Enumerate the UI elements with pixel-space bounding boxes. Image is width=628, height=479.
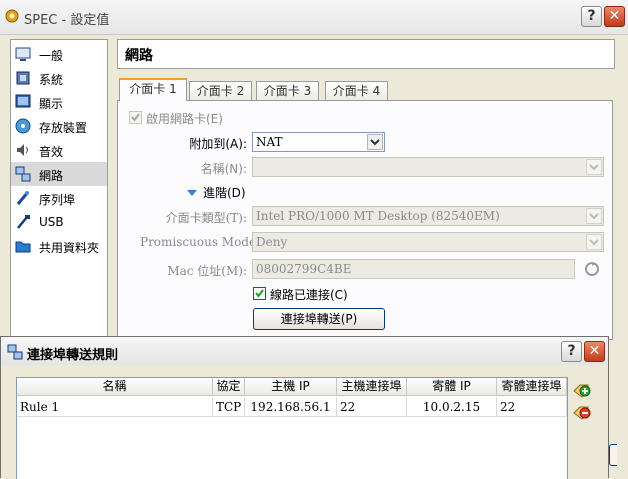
mac-address-field[interactable]: 08002799C4BE [252, 259, 575, 279]
chevron-down-icon [586, 234, 602, 250]
adapter-type-label: 介面卡類型(T): [165, 211, 247, 225]
network-icon [15, 166, 31, 182]
port-forwarding-button[interactable]: 連接埠轉送(P) [253, 308, 385, 330]
sidebar-item-usb[interactable]: USB [11, 210, 107, 234]
refresh-icon[interactable] [584, 261, 600, 277]
adapter-type-select[interactable]: Intel PRO/1000 MT Desktop (82540EM) [252, 206, 604, 226]
sidebar-item-system[interactable]: 系統 [11, 66, 107, 90]
settings-sidebar: 一般 系統 顯示 存放裝置 音效 網路 序列埠 USB 共用資料夾 [10, 39, 108, 341]
table-cell-guest-ip[interactable]: 10.0.2.15 [407, 397, 497, 417]
advanced-toggle[interactable]: 進階(D) [203, 184, 246, 201]
sidebar-item-network[interactable]: 網路 [11, 162, 107, 186]
sidebar-item-label: 顯示 [39, 97, 64, 111]
column-header-host-ip[interactable]: 主機 IP [245, 378, 337, 396]
dialog-close-button[interactable]: ✕ [584, 341, 605, 362]
sidebar-item-label: 音效 [39, 145, 64, 159]
window-title: SPEC - 設定值 [24, 13, 110, 28]
network-icon [7, 344, 23, 363]
adapter-type-value: Intel PRO/1000 MT Desktop (82540EM) [256, 209, 500, 223]
name-label: 名稱(N): [200, 162, 247, 176]
title-bar: SPEC - 設定值 ? ✕ [0, 0, 628, 35]
name-select[interactable] [252, 157, 604, 177]
sidebar-item-label: 序列埠 [39, 193, 76, 207]
help-button[interactable]: ? [581, 6, 602, 27]
chevron-down-icon [367, 134, 383, 150]
mac-address-value: 08002799C4BE [256, 262, 352, 276]
chevron-down-icon [586, 208, 602, 224]
enable-adapter-label: 啟用網路卡(E) [146, 112, 223, 126]
close-button[interactable]: ✕ [604, 6, 625, 27]
page-title: 網路 [125, 48, 153, 64]
monitor-icon [15, 46, 31, 62]
promiscuous-mode-value: Deny [256, 235, 288, 249]
chevron-down-icon [586, 159, 602, 175]
usb-icon [15, 214, 31, 230]
sidebar-item-display[interactable]: 顯示 [11, 90, 107, 114]
serial-port-icon [15, 190, 31, 206]
port-forwarding-dialog: 連接埠轉送規則 ? ✕ 名稱 協定 主機 IP 主機連接埠 寄體 IP 寄體連接… [0, 336, 609, 479]
sidebar-item-shared-folders[interactable]: 共用資料夾 [11, 234, 107, 258]
promiscuous-mode-label: Promiscuous Mode: [140, 235, 261, 249]
tab-adapter-1[interactable]: 介面卡 1 [119, 78, 187, 101]
disk-icon [15, 118, 31, 134]
page-header: 網路 [117, 39, 615, 69]
tab-adapter-2[interactable]: 介面卡 2 [189, 81, 252, 100]
expand-triangle-icon[interactable] [186, 187, 198, 201]
sidebar-item-storage[interactable]: 存放裝置 [11, 114, 107, 138]
sidebar-item-label: 共用資料夾 [39, 241, 100, 255]
attached-to-select[interactable]: NAT [252, 132, 385, 152]
sidebar-item-audio[interactable]: 音效 [11, 138, 107, 162]
sidebar-item-label: 存放裝置 [39, 121, 88, 135]
promiscuous-mode-select[interactable]: Deny [252, 232, 604, 252]
sidebar-item-general[interactable]: 一般 [11, 42, 107, 66]
dialog-title-bar: 連接埠轉送規則 ? ✕ [1, 337, 608, 365]
column-header-guest-port[interactable]: 寄體連接埠 [497, 378, 567, 396]
table-cell-host-ip[interactable]: 192.168.56.1 [245, 397, 337, 417]
enable-adapter-checkbox[interactable] [129, 111, 142, 124]
sidebar-item-label: 網路 [39, 169, 64, 183]
table-cell-protocol[interactable]: TCP [213, 397, 245, 417]
table-cell-guest-port[interactable]: 22 [497, 397, 567, 417]
attached-to-label: 附加到(A): [189, 137, 247, 151]
tab-adapter-3[interactable]: 介面卡 3 [256, 81, 319, 100]
table-cell-host-port[interactable]: 22 [337, 397, 407, 417]
column-header-name[interactable]: 名稱 [17, 378, 213, 396]
gear-icon [4, 8, 20, 24]
sidebar-item-label: 系統 [39, 73, 64, 87]
chip-icon [15, 70, 31, 86]
sidebar-item-label: USB [39, 215, 64, 229]
display-icon [15, 94, 31, 110]
dialog-help-button[interactable]: ? [561, 341, 582, 362]
rules-table: 名稱 協定 主機 IP 主機連接埠 寄體 IP 寄體連接埠 Rule 1 TCP… [16, 377, 568, 479]
column-header-host-port[interactable]: 主機連接埠 [337, 378, 407, 396]
dialog-title: 連接埠轉送規則 [27, 348, 119, 363]
sidebar-item-serial[interactable]: 序列埠 [11, 186, 107, 210]
attached-to-value: NAT [256, 135, 283, 149]
table-cell-name[interactable]: Rule 1 [17, 397, 213, 417]
sidebar-item-label: 一般 [39, 49, 64, 63]
add-rule-icon[interactable] [572, 379, 592, 399]
mac-address-label: Mac 位址(M): [167, 264, 247, 278]
cable-connected-label: 線路已連接(C) [270, 288, 348, 302]
column-header-protocol[interactable]: 協定 [213, 378, 245, 396]
ok-button-edge[interactable] [609, 444, 617, 466]
speaker-icon [15, 142, 31, 158]
cable-connected-checkbox[interactable] [253, 287, 266, 300]
column-header-guest-ip[interactable]: 寄體 IP [407, 378, 497, 396]
folder-icon [15, 238, 31, 254]
remove-rule-icon[interactable] [572, 401, 592, 421]
tab-adapter-4[interactable]: 介面卡 4 [325, 81, 388, 100]
